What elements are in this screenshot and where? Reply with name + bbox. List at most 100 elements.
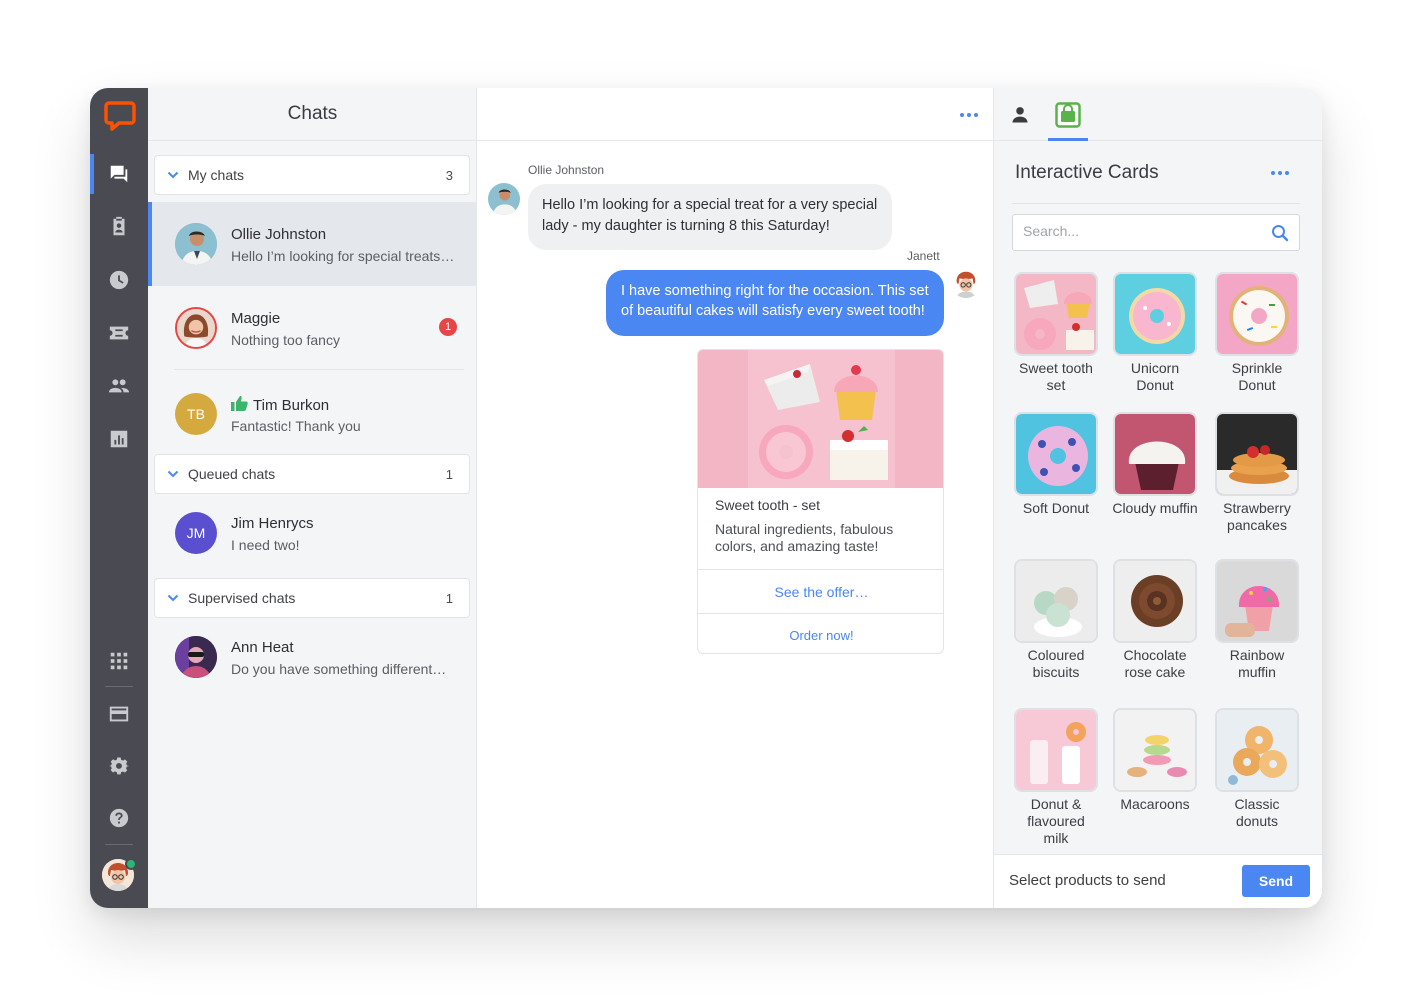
billing-icon (109, 706, 129, 722)
tab-interactive-cards[interactable] (1048, 88, 1088, 141)
rail-reports[interactable] (90, 419, 148, 459)
person-icon (1012, 106, 1028, 122)
product-image (1014, 559, 1098, 643)
product-rainbow-muffin[interactable]: Rainbow muffin (1214, 559, 1300, 681)
avatar-initials: TB (187, 406, 205, 422)
product-label: Macaroons (1120, 796, 1190, 812)
group-supervised-chats[interactable]: Supervised chats 1 (154, 578, 470, 618)
group-label: Queued chats (188, 466, 276, 482)
group-queued-chats[interactable]: Queued chats 1 (154, 454, 470, 494)
chevron-down-icon (167, 594, 179, 602)
chat-preview: Hello I’m looking for special treats … (231, 248, 457, 264)
conversation-header (477, 88, 994, 141)
rail-divider (105, 686, 133, 687)
rail-archives[interactable] (90, 260, 148, 300)
tickets-icon (109, 326, 129, 340)
rail-apps[interactable] (90, 641, 148, 681)
chevron-down-icon (167, 171, 179, 179)
product-label: Rainbow muffin (1229, 647, 1285, 680)
agent-message-bubble: I have something right for the occasion.… (606, 270, 944, 336)
search-input[interactable] (1023, 223, 1263, 239)
product-label: Sweet tooth set (1019, 360, 1093, 393)
product-classic-donuts[interactable]: Classic donuts (1214, 708, 1300, 830)
order-now-button[interactable]: Order now! (698, 613, 943, 653)
settings-icon (108, 757, 130, 775)
product-unicorn-donut[interactable]: Unicorn Donut (1112, 272, 1198, 394)
chat-item-maggie[interactable]: Maggie Nothing too fancy 1 (148, 286, 477, 370)
sweet-tooth-set-image (698, 350, 943, 488)
group-count: 3 (445, 167, 453, 183)
avatar (175, 636, 217, 678)
chat-name: Tim Burkon (253, 397, 330, 414)
rail-settings[interactable] (90, 746, 148, 786)
chats-list-panel: Chats My chats 3 Ollie Johnston Hello I’… (148, 88, 477, 908)
product-donut-flavoured-milk[interactable]: Donut & flavoured milk (1013, 708, 1099, 847)
group-label: My chats (188, 167, 245, 183)
product-label: Cloudy muffin (1112, 500, 1198, 516)
agents-icon (108, 379, 130, 393)
chat-name: Ollie Johnston (231, 226, 327, 243)
product-label: Classic donuts (1234, 796, 1280, 829)
chat-name: Ann Heat (231, 639, 294, 656)
product-cloudy-muffin[interactable]: Cloudy muffin (1112, 412, 1198, 517)
rail-chats[interactable] (90, 154, 148, 194)
visitor-message-bubble: Hello I’m looking for a special treat fo… (528, 184, 892, 250)
product-sprinkle-donut[interactable]: Sprinkle Donut (1214, 272, 1300, 394)
card-title: Sweet tooth - set (715, 497, 821, 513)
chat-item-jim-henrycs[interactable]: JM Jim Henrycs I need two! (148, 491, 477, 575)
archives-icon (109, 270, 129, 290)
product-coloured-biscuits[interactable]: Coloured biscuits (1013, 559, 1099, 681)
footer-hint: Select products to send (1009, 872, 1166, 889)
product-image (1215, 272, 1299, 356)
product-image (1215, 708, 1299, 792)
agent-avatar (951, 268, 981, 298)
product-sweet-tooth-set[interactable]: Sweet tooth set (1013, 272, 1099, 394)
chats-title: Chats (148, 88, 477, 141)
tab-customer-details[interactable] (1000, 88, 1040, 141)
agent-name: Janett (907, 249, 940, 263)
product-image (1014, 412, 1098, 496)
row-divider (174, 369, 464, 370)
product-label: Coloured biscuits (1027, 647, 1085, 680)
product-image (1113, 272, 1197, 356)
group-label: Supervised chats (188, 590, 296, 606)
visitor-avatar (488, 183, 520, 215)
unread-badge: 1 (439, 318, 457, 336)
send-button[interactable]: Send (1242, 865, 1310, 897)
product-chocolate-rose-cake[interactable]: Chocolate rose cake (1112, 559, 1198, 681)
rail-tickets[interactable] (90, 313, 148, 353)
help-icon (109, 808, 129, 828)
chat-preview: Fantastic! Thank you (231, 418, 361, 434)
more-options-icon[interactable] (1271, 171, 1289, 175)
reports-icon (110, 430, 128, 448)
panel-footer: Select products to send Send (994, 854, 1322, 908)
product-strawberry-pancakes[interactable]: Strawberry pancakes (1214, 412, 1300, 534)
apps-grid-icon (110, 652, 128, 670)
more-options-icon[interactable] (960, 113, 978, 117)
avatar: TB (175, 393, 217, 435)
chat-item-ann-heat[interactable]: Ann Heat Do you have something different… (148, 615, 477, 699)
app-logo-icon[interactable] (104, 100, 136, 132)
rail-agents[interactable] (90, 366, 148, 406)
rail-billing[interactable] (90, 694, 148, 734)
product-label: Soft Donut (1022, 500, 1090, 516)
chats-icon (110, 165, 128, 183)
rail-help[interactable] (90, 798, 148, 838)
search-icon[interactable] (1271, 224, 1289, 242)
rail-customers[interactable] (90, 207, 148, 247)
chat-item-tim-burkon[interactable]: TB Tim Burkon Fantastic! Thank you (148, 372, 477, 456)
conversation-panel: Ollie Johnston Hello I’m looking for a s… (477, 88, 994, 908)
product-label: Sprinkle Donut (1231, 360, 1283, 393)
product-macaroons[interactable]: Macaroons (1112, 708, 1198, 813)
nav-rail (90, 88, 148, 908)
see-offer-button[interactable]: See the offer… (698, 569, 943, 613)
avatar: JM (175, 512, 217, 554)
chat-item-ollie-johnston[interactable]: Ollie Johnston Hello I’m looking for spe… (148, 202, 477, 286)
product-label: Strawberry pancakes (1223, 500, 1291, 533)
group-count: 1 (445, 466, 453, 482)
group-my-chats[interactable]: My chats 3 (154, 155, 470, 195)
product-image (1215, 559, 1299, 643)
shopping-bag-icon (1055, 101, 1081, 128)
product-soft-donut[interactable]: Soft Donut (1013, 412, 1099, 517)
chat-name: Maggie (231, 310, 281, 327)
